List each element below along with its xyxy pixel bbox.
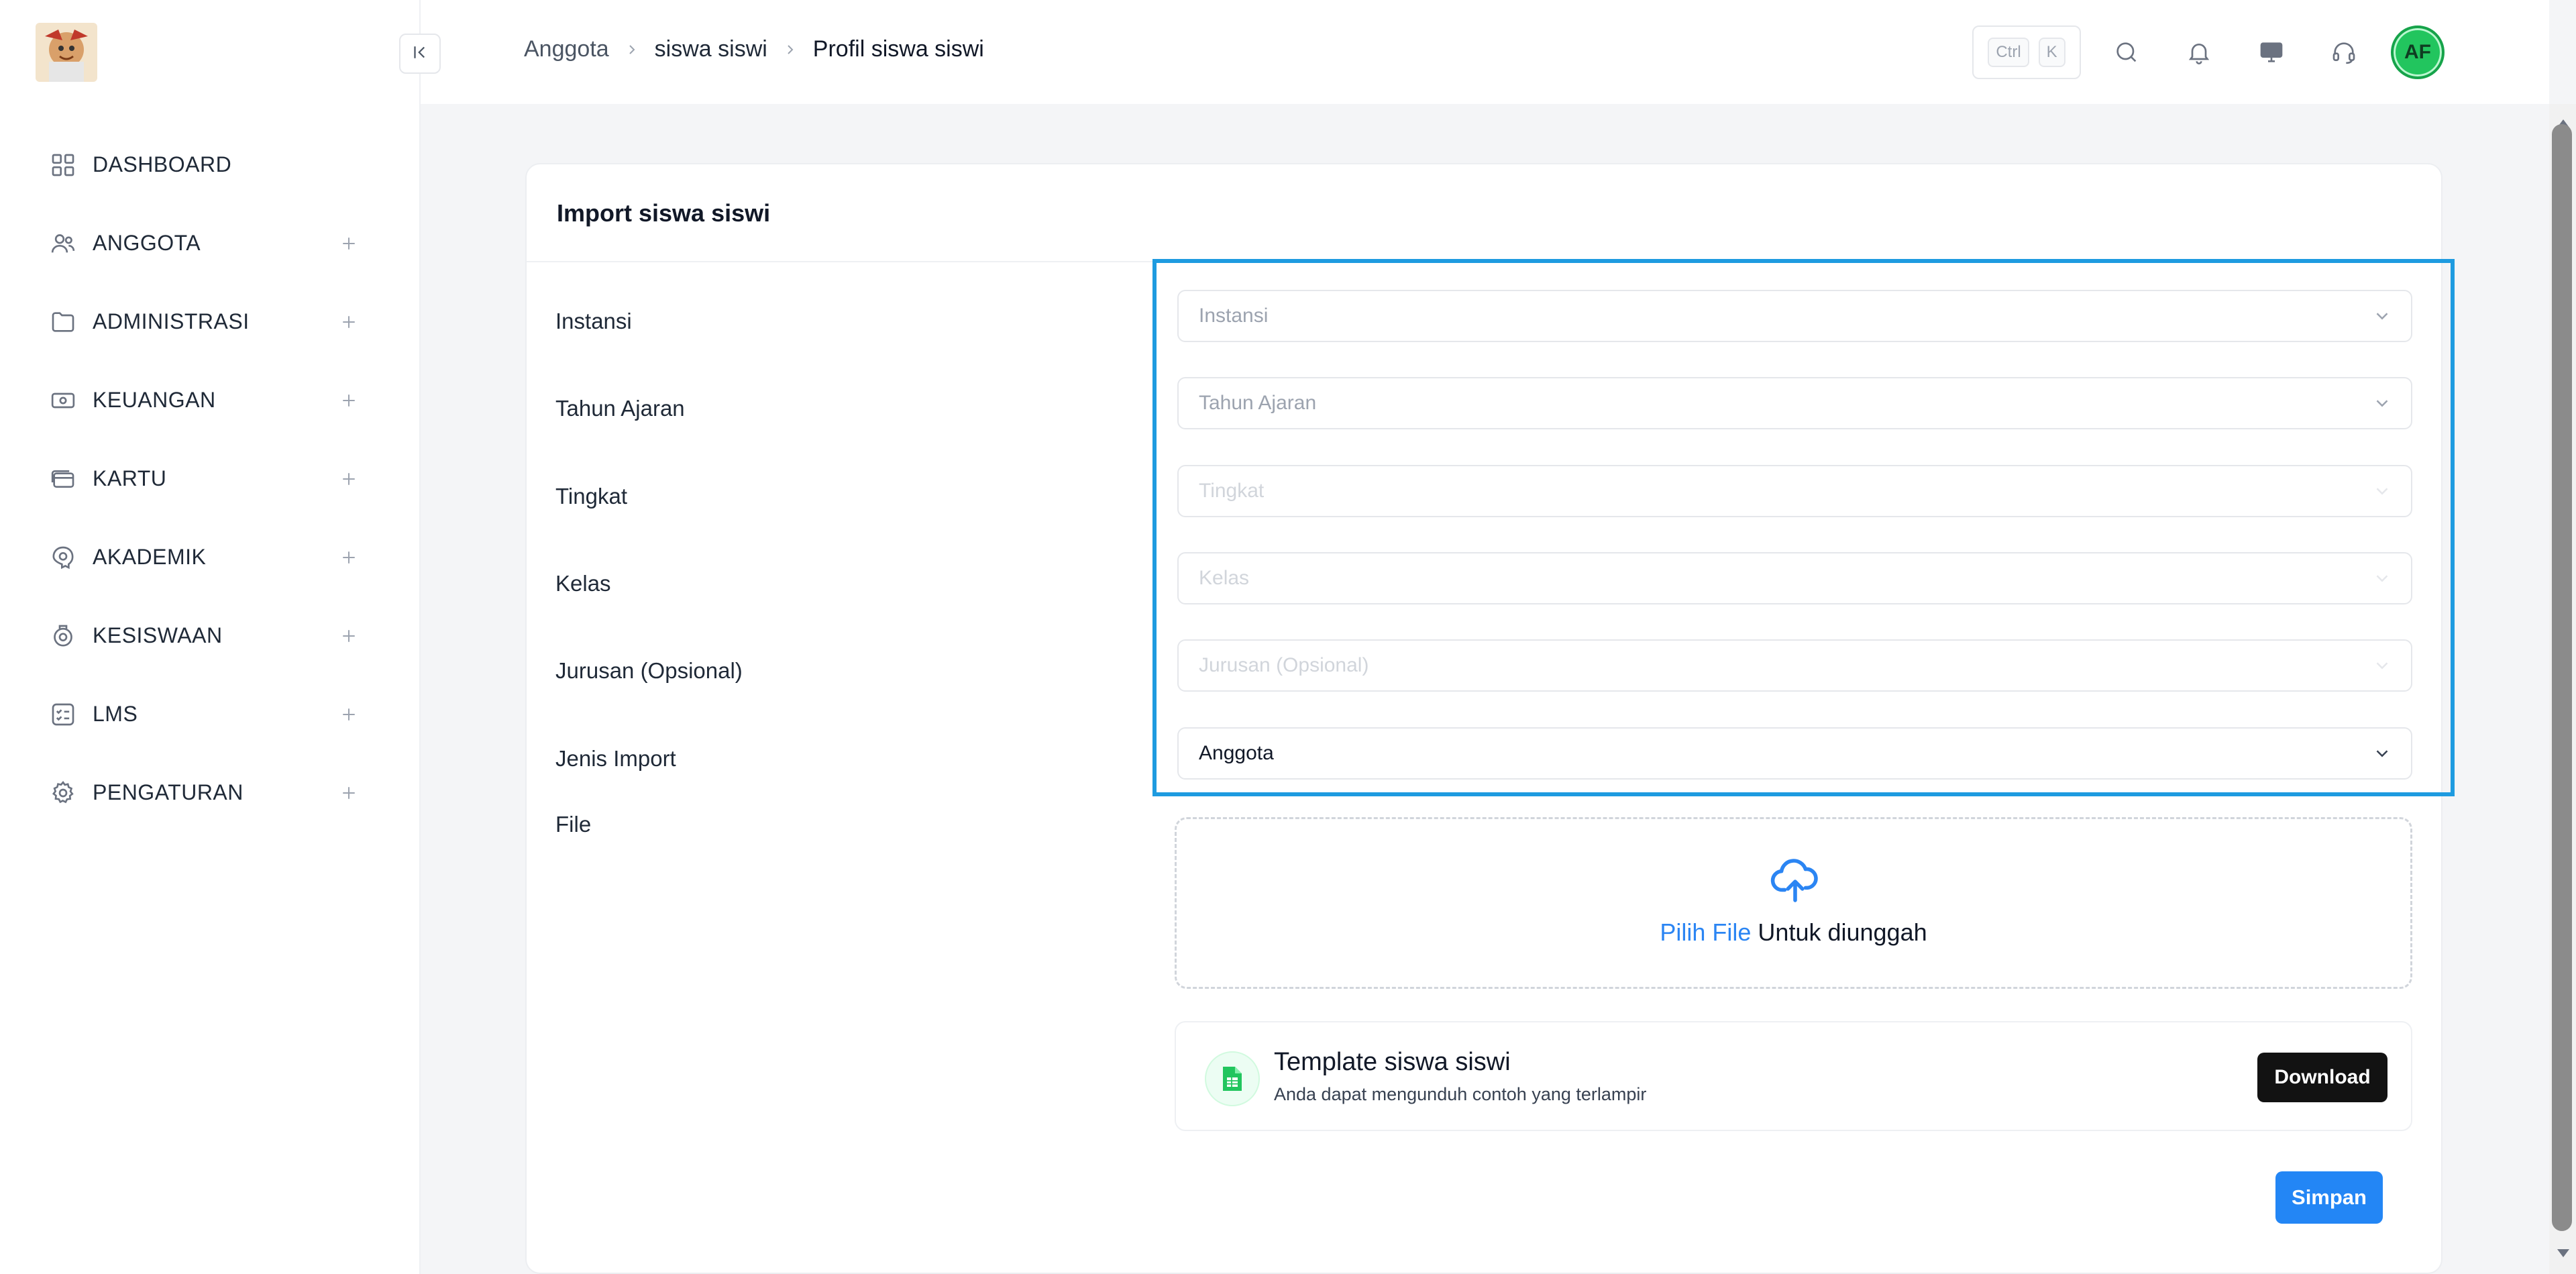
chevron-down-icon <box>2372 306 2392 326</box>
chevron-down-icon <box>2372 743 2392 763</box>
bell-icon[interactable] <box>2179 32 2219 72</box>
file-dropzone[interactable]: Pilih File Untuk diunggah <box>1175 817 2412 989</box>
sidebar-item-label: LMS <box>93 702 138 726</box>
select-placeholder: Kelas <box>1199 567 1250 589</box>
instansi-select[interactable]: Instansi <box>1177 290 2412 342</box>
kelas-select: Kelas <box>1177 552 2412 604</box>
sidebar-item-label: DASHBOARD <box>93 152 232 176</box>
sidebar-item-kesiswaan[interactable]: KESISWAAN <box>0 596 421 675</box>
money-icon <box>48 386 78 415</box>
template-subtitle: Anda dapat mengunduh contoh yang terlamp… <box>1274 1084 1647 1104</box>
sidebar-item-lms[interactable]: LMS <box>0 675 421 753</box>
sidebar-item-label: ADMINISTRASI <box>93 309 250 333</box>
select-placeholder: Tahun Ajaran <box>1199 392 1317 414</box>
select-value: Anggota <box>1199 742 1274 764</box>
chevron-down-icon <box>2372 655 2392 676</box>
folder-icon <box>48 307 78 337</box>
select-placeholder: Instansi <box>1199 305 1269 327</box>
collapse-sidebar-button[interactable] <box>399 34 441 74</box>
plus-icon[interactable] <box>339 626 359 646</box>
collapse-left-icon <box>410 42 430 66</box>
sidebar-item-label: ANGGOTA <box>93 231 201 255</box>
label-instansi: Instansi <box>555 309 632 333</box>
page-title: Import siswa siswi <box>557 199 771 227</box>
kbd-k: K <box>2038 38 2065 67</box>
jurusan-select: Jurusan (Opsional) <box>1177 639 2412 692</box>
label-tingkat: Tingkat <box>555 484 627 509</box>
sidebar-item-akademik[interactable]: AKADEMIK <box>0 518 421 596</box>
sidebar-item-keuangan[interactable]: KEUANGAN <box>0 361 421 439</box>
chevron-down-icon <box>2372 481 2392 501</box>
sidebar-nav: DASHBOARD ANGGOTA ADMINISTRASI KEUANGAN <box>0 125 421 832</box>
label-kelas: Kelas <box>555 571 611 596</box>
label-jurusan: Jurusan (Opsional) <box>555 658 743 683</box>
breadcrumb-item[interactable]: Anggota <box>524 36 609 62</box>
cloud-upload-icon <box>1770 857 1821 902</box>
kbd-ctrl: Ctrl <box>1988 38 2029 67</box>
plus-icon[interactable] <box>339 783 359 803</box>
checklist-icon <box>48 700 78 729</box>
upload-instruction: Pilih File Untuk diunggah <box>1177 918 2410 947</box>
plus-icon[interactable] <box>339 469 359 489</box>
student-icon <box>48 621 78 651</box>
plus-icon[interactable] <box>339 704 359 725</box>
sidebar-item-administrasi[interactable]: ADMINISTRASI <box>0 282 421 361</box>
top-header: Anggota siswa siswi Profil siswa siswi C… <box>421 0 2549 104</box>
divider <box>527 261 2444 262</box>
chevron-down-icon <box>2372 568 2392 588</box>
gear-icon <box>48 778 78 808</box>
tingkat-select: Tingkat <box>1177 465 2412 517</box>
search-icon[interactable] <box>2106 32 2147 72</box>
sidebar-item-dashboard[interactable]: DASHBOARD <box>0 125 421 204</box>
scroll-down-arrow-icon[interactable] <box>2556 1248 2571 1262</box>
label-jenis-import: Jenis Import <box>555 746 676 771</box>
sidebar-item-label: AKADEMIK <box>93 545 207 569</box>
save-button[interactable]: Simpan <box>2275 1171 2383 1224</box>
academic-icon <box>48 543 78 572</box>
tahun-ajaran-select[interactable]: Tahun Ajaran <box>1177 377 2412 429</box>
page-scrollbar-thumb[interactable] <box>2552 124 2572 1231</box>
breadcrumb-current: Profil siswa siswi <box>812 36 984 62</box>
template-download-panel: Template siswa siswi Anda dapat mengundu… <box>1175 1021 2412 1131</box>
headset-icon[interactable] <box>2324 32 2364 72</box>
label-tahun-ajaran: Tahun Ajaran <box>555 396 685 421</box>
jenis-import-select[interactable]: Anggota <box>1177 727 2412 780</box>
grid-icon <box>48 150 78 180</box>
select-placeholder: Jurusan (Opsional) <box>1199 654 1369 676</box>
breadcrumb-item[interactable]: siswa siswi <box>655 36 767 62</box>
upload-instruction-text: Untuk diunggah <box>1751 918 1927 946</box>
chevron-right-icon <box>624 42 640 58</box>
chevron-down-icon <box>2372 393 2392 413</box>
users-icon <box>48 229 78 258</box>
chevron-right-icon <box>782 42 798 58</box>
spreadsheet-file-icon <box>1205 1051 1260 1106</box>
plus-icon[interactable] <box>339 312 359 332</box>
monitor-icon[interactable] <box>2251 32 2292 72</box>
sidebar-item-label: KARTU <box>93 466 167 490</box>
avatar[interactable]: AF <box>2391 25 2445 79</box>
breadcrumb: Anggota siswa siswi Profil siswa siswi <box>524 36 984 62</box>
sidebar-item-kartu[interactable]: KARTU <box>0 439 421 518</box>
sidebar-item-label: KEUANGAN <box>93 388 216 412</box>
card-icon <box>48 464 78 494</box>
plus-icon[interactable] <box>339 390 359 411</box>
command-palette-shortcut[interactable]: Ctrl K <box>1972 25 2081 79</box>
sidebar-item-label: PENGATURAN <box>93 780 244 804</box>
plus-icon[interactable] <box>339 547 359 568</box>
label-file: File <box>555 812 592 837</box>
sidebar: DASHBOARD ANGGOTA ADMINISTRASI KEUANGAN <box>0 0 421 1274</box>
app-logo[interactable] <box>36 23 97 82</box>
pick-file-link[interactable]: Pilih File <box>1660 918 1751 946</box>
plus-icon[interactable] <box>339 233 359 254</box>
sidebar-item-label: KESISWAAN <box>93 623 223 647</box>
select-placeholder: Tingkat <box>1199 480 1265 502</box>
sidebar-item-pengaturan[interactable]: PENGATURAN <box>0 753 421 832</box>
template-title: Template siswa siswi <box>1274 1048 1511 1076</box>
download-button[interactable]: Download <box>2257 1053 2387 1102</box>
sidebar-item-anggota[interactable]: ANGGOTA <box>0 204 421 282</box>
